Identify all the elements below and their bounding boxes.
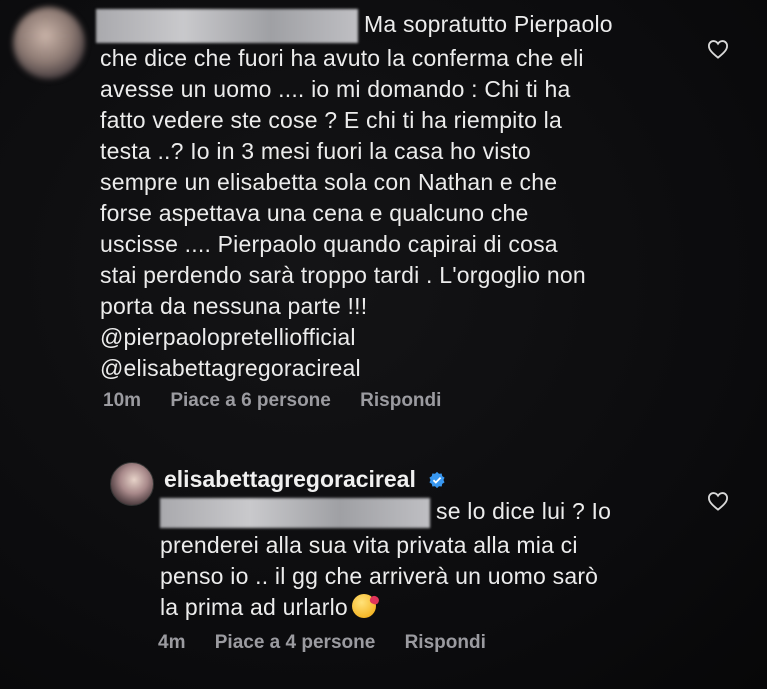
comment-text-line: fatto vedere ste cose ? E chi ti ha riem… — [100, 107, 562, 133]
reply-button[interactable]: Rispondi — [360, 390, 441, 411]
comment-text-line: uscisse .... Pierpaolo quando capirai di… — [100, 231, 558, 257]
comment-text-line: sempre un elisabetta sola con Nathan e c… — [100, 169, 558, 195]
comment-meta: 10m Piace a 6 persone Rispondi — [103, 390, 465, 412]
likes-count[interactable]: Piace a 6 persone — [170, 390, 331, 411]
comment-text-line: porta da nessuna parte !!! — [100, 293, 368, 319]
avatar[interactable] — [110, 462, 154, 506]
redacted-mention — [160, 497, 430, 528]
comment-text-line: testa ..? Io in 3 mesi fuori la casa ho … — [100, 138, 531, 164]
comment-text-line: la prima ad urlarlo — [160, 592, 376, 623]
comment-text-line: Ma sopratutto Pierpaolo — [96, 9, 613, 43]
verified-badge-icon — [429, 471, 445, 489]
username-label: elisabettagregoracireal — [164, 466, 416, 492]
username[interactable]: elisabettagregoracireal — [164, 466, 446, 493]
redacted-username — [96, 9, 358, 43]
mention-link[interactable]: @pierpaolopretelliofficial — [100, 322, 356, 353]
timestamp: 4m — [158, 632, 186, 653]
comment-meta: 4m Piace a 4 persone Rispondi — [158, 632, 510, 654]
comment-text-line: penso io .. il gg che arriverà un uomo s… — [160, 563, 599, 589]
heart-outline-icon[interactable] — [707, 491, 729, 511]
comment-text-line: avesse un uomo .... io mi domando : Chi … — [100, 76, 571, 102]
mention-link[interactable]: @elisabettagregoracireal — [100, 353, 361, 384]
comment-text-line: stai perdendo sarà troppo tardi . L'orgo… — [100, 262, 586, 288]
timestamp: 10m — [103, 390, 142, 411]
comment-text-line: se lo dice lui ? Io — [160, 496, 611, 528]
comment-text-line: prenderei alla sua vita privata alla mia… — [160, 532, 578, 558]
avatar[interactable] — [13, 7, 85, 79]
reply-button[interactable]: Rispondi — [405, 632, 486, 653]
heart-outline-icon[interactable] — [707, 39, 729, 59]
comment-text-line: che dice che fuori ha avuto la conferma … — [100, 45, 584, 71]
likes-count[interactable]: Piace a 4 persone — [215, 632, 376, 653]
comment-text-line: forse aspettava una cena e qualcuno che — [100, 200, 529, 226]
kissing-face-emoji — [351, 594, 376, 618]
